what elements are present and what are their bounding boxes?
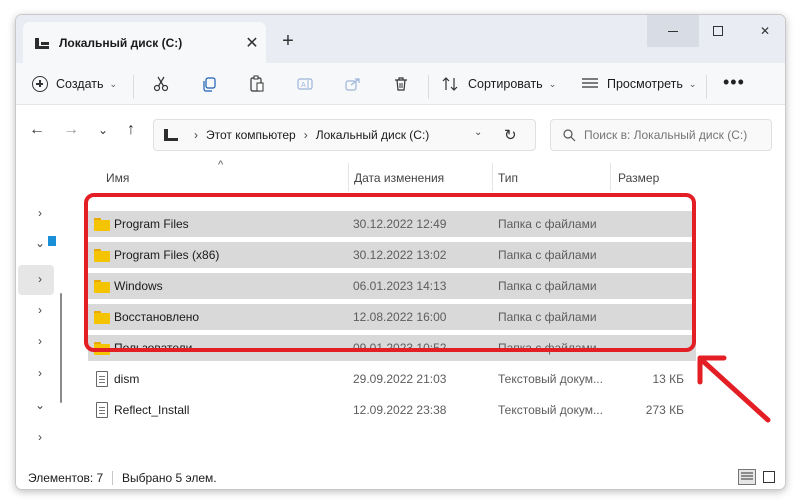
breadcrumb-local-disk[interactable]: Локальный диск (C:): [316, 128, 430, 142]
breadcrumb-this-pc[interactable]: Этот компьютер: [206, 128, 296, 142]
navpane-scrollbar[interactable]: [60, 293, 62, 403]
cut-button[interactable]: [144, 69, 178, 99]
up-button[interactable]: ↑: [118, 117, 144, 143]
address-bar[interactable]: › Этот компьютер › Локальный диск (C:) ⌄…: [153, 119, 536, 151]
divider: [112, 471, 113, 485]
collapse-icon[interactable]: ⌄: [30, 233, 50, 253]
chevron-down-icon: ⌄: [688, 78, 697, 89]
column-divider[interactable]: [610, 163, 611, 191]
rename-icon: A: [297, 78, 313, 90]
file-date: 12.09.2022 23:38: [353, 403, 447, 417]
details-view-button[interactable]: [738, 469, 756, 485]
sort-button[interactable]: Сортировать ⌄: [442, 69, 556, 99]
collapse-icon[interactable]: ⌄: [30, 395, 50, 415]
drive-icon: [35, 36, 49, 50]
command-bar: Создать ⌄ A Сортировать ⌄ Просмотреть ⌄ …: [16, 63, 785, 105]
column-type[interactable]: Тип: [498, 171, 518, 185]
close-tab-icon[interactable]: ✕: [240, 31, 264, 55]
view-label: Просмотреть: [607, 77, 683, 91]
sort-ascending-icon: ^: [218, 159, 224, 171]
cut-icon: [153, 76, 169, 92]
expand-icon[interactable]: ›: [30, 427, 50, 447]
expand-icon[interactable]: ›: [30, 300, 50, 320]
recent-locations-button[interactable]: ⌄: [90, 117, 116, 143]
paste-icon: [250, 75, 264, 92]
close-window-button[interactable]: ✕: [739, 15, 785, 47]
column-size[interactable]: Размер: [618, 171, 659, 185]
search-input[interactable]: [584, 128, 764, 142]
expand-icon[interactable]: ›: [30, 363, 50, 383]
back-button[interactable]: ←: [24, 117, 50, 143]
file-name: Reflect_Install: [114, 403, 190, 417]
expand-icon[interactable]: ›: [30, 269, 50, 289]
share-icon: [345, 78, 360, 91]
delete-icon: [395, 77, 407, 91]
divider: [428, 75, 429, 99]
column-divider[interactable]: [348, 163, 349, 191]
column-name[interactable]: Имя: [106, 171, 129, 185]
file-type: Текстовый докум...: [498, 372, 603, 386]
divider: [133, 75, 134, 99]
tab-local-disk[interactable]: Локальный диск (C:) ✕: [23, 22, 266, 63]
column-date[interactable]: Дата изменения: [354, 171, 444, 185]
delete-button[interactable]: [384, 69, 418, 99]
file-type: Текстовый докум...: [498, 403, 603, 417]
column-header: ^ Имя Дата изменения Тип Размер: [78, 159, 785, 191]
table-row[interactable]: Reflect_Install 12.09.2022 23:38 Текстов…: [78, 397, 785, 423]
chevron-down-icon: ⌄: [548, 78, 557, 89]
view-button[interactable]: Просмотреть ⌄: [581, 69, 696, 99]
selected-count: Выбрано 5 элем.: [122, 471, 217, 485]
annotation-arrow-icon: [697, 355, 771, 423]
file-date: 29.09.2022 21:03: [353, 372, 447, 386]
table-row[interactable]: dism 29.09.2022 21:03 Текстовый докум...…: [78, 366, 785, 392]
forward-button[interactable]: →: [58, 117, 84, 143]
refresh-icon[interactable]: ↻: [504, 126, 517, 144]
search-icon: [563, 128, 576, 141]
plus-icon: [32, 76, 48, 92]
search-box[interactable]: [550, 119, 772, 151]
view-icon: [582, 78, 598, 88]
share-button[interactable]: [336, 69, 370, 99]
file-size: 273 КБ: [645, 403, 684, 417]
file-name: dism: [114, 372, 140, 386]
chevron-down-icon: ⌄: [109, 78, 118, 89]
create-label: Создать: [56, 77, 104, 91]
expand-icon[interactable]: ›: [30, 331, 50, 351]
file-size: 13 КБ: [652, 372, 684, 386]
text-file-icon: [96, 402, 108, 418]
copy-icon: [203, 77, 216, 92]
maximize-button[interactable]: [692, 15, 744, 47]
drive-icon: [48, 236, 56, 246]
svg-text:A: A: [301, 82, 306, 89]
tab-title: Локальный диск (C:): [59, 35, 183, 50]
rename-button[interactable]: A: [288, 69, 322, 99]
tiles-view-button[interactable]: [760, 469, 778, 485]
details-view-icon: [741, 472, 753, 480]
sort-icon: [442, 77, 458, 91]
items-count: Элементов: 7: [28, 471, 104, 485]
status-bar: Элементов: 7 Выбрано 5 элем.: [16, 463, 785, 489]
breadcrumb-separator: ›: [194, 128, 198, 142]
navigation-pane: › ⌄ › › › › ⌄ ›: [16, 163, 78, 459]
breadcrumb-separator: ›: [303, 128, 308, 142]
navigation-bar: ← → ⌄ ↑ › Этот компьютер › Локальный дис…: [16, 105, 785, 155]
new-tab-button[interactable]: +: [273, 27, 303, 55]
copy-button[interactable]: [192, 69, 226, 99]
title-bar: Локальный диск (C:) ✕ + ✕: [16, 15, 785, 63]
chevron-down-icon[interactable]: ⌄: [474, 127, 482, 138]
create-button[interactable]: Создать ⌄: [32, 69, 117, 99]
column-divider[interactable]: [492, 163, 493, 191]
sort-label: Сортировать: [468, 77, 543, 91]
paste-button[interactable]: [240, 69, 274, 99]
text-file-icon: [96, 371, 108, 387]
more-options-button[interactable]: •••: [723, 73, 745, 91]
tiles-view-icon: [763, 471, 775, 483]
annotation-highlight-box: [84, 193, 696, 352]
divider: [706, 75, 707, 99]
expand-icon[interactable]: ›: [30, 203, 50, 223]
computer-icon: [164, 128, 178, 142]
